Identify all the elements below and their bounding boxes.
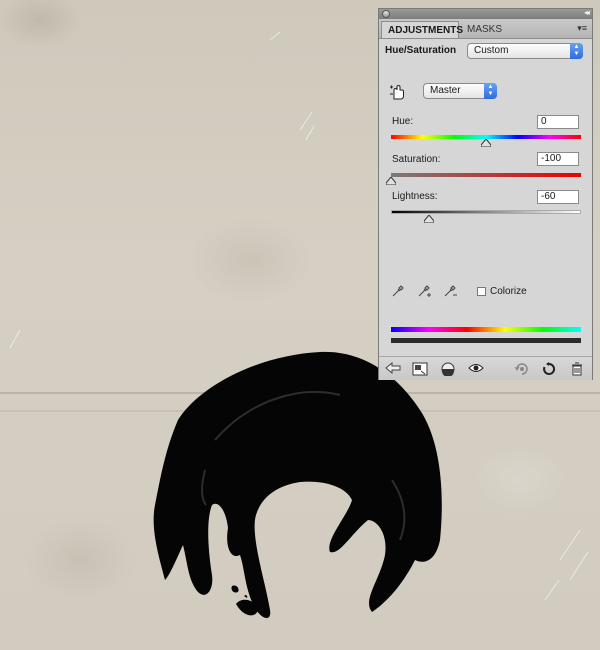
select-arrows-icon: ▲ ▼ <box>484 83 497 99</box>
close-icon[interactable] <box>382 10 390 18</box>
panel-bottom-toolbar <box>379 356 592 380</box>
visibility-eye-icon[interactable] <box>468 362 484 377</box>
lightness-input[interactable]: -60 <box>537 190 579 204</box>
targeted-adjustment-hand-icon[interactable] <box>389 83 407 104</box>
output-spectrum-bar <box>391 338 581 343</box>
back-arrow-icon[interactable] <box>385 361 401 377</box>
eyedropper-minus-icon[interactable] <box>443 284 459 301</box>
saturation-label: Saturation: <box>392 154 441 165</box>
tab-masks[interactable]: MASKS <box>461 21 505 38</box>
colorize-checkbox[interactable] <box>477 287 486 296</box>
channel-select[interactable]: Master ▲ ▼ <box>423 83 497 99</box>
panel-tab-row: ADJUSTMENTS MASKS ▾≡ <box>379 19 592 39</box>
hue-input[interactable]: 0 <box>537 115 579 129</box>
view-previous-icon[interactable] <box>514 362 530 379</box>
lightness-label: Lightness: <box>392 191 438 202</box>
lightness-slider-track[interactable] <box>391 210 581 214</box>
channel-value: Master <box>430 85 461 96</box>
trash-icon[interactable] <box>571 362 583 379</box>
panel-menu-icon[interactable]: ▾≡ <box>577 23 587 34</box>
eyedropper-icon[interactable] <box>391 284 405 301</box>
input-spectrum-bar <box>391 327 581 332</box>
eyedropper-plus-icon[interactable] <box>417 284 433 301</box>
saturation-slider-track[interactable] <box>391 173 581 177</box>
adjustment-title: Hue/Saturation <box>385 45 457 56</box>
hue-label: Hue: <box>392 116 414 127</box>
saturation-input[interactable]: -100 <box>537 152 579 166</box>
select-arrows-icon: ▲ ▼ <box>570 43 583 59</box>
colorize-label: Colorize <box>490 286 527 297</box>
adjustments-panel: ◂◂ ADJUSTMENTS MASKS ▾≡ Hue/Saturation C… <box>378 8 593 380</box>
expand-view-icon[interactable] <box>412 362 428 379</box>
panel-titlebar[interactable]: ◂◂ <box>379 8 592 19</box>
preset-value: Custom <box>474 45 509 56</box>
tab-adjustments[interactable]: ADJUSTMENTS <box>381 21 463 38</box>
clip-to-layer-icon[interactable] <box>441 362 455 379</box>
preset-select[interactable]: Custom ▲ ▼ <box>467 43 583 59</box>
collapse-icon[interactable]: ◂◂ <box>584 8 590 17</box>
reset-icon[interactable] <box>542 362 556 379</box>
